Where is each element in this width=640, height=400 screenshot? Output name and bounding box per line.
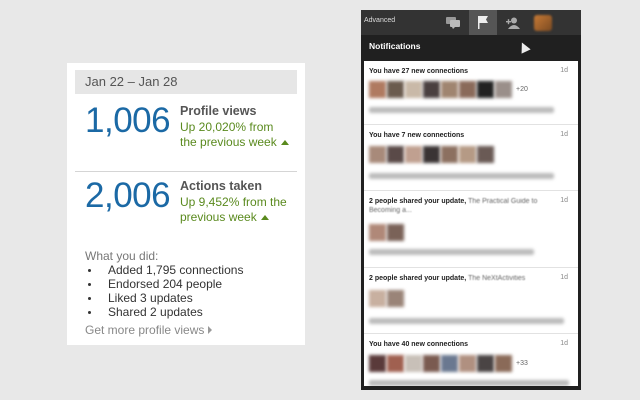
profile-views-change-text: Up 20,020% from the previous week (180, 120, 277, 149)
thumbnail (387, 81, 404, 98)
thumbnail (441, 146, 458, 163)
activity-item: Added 1,795 connections (85, 263, 243, 277)
extra-count: +20 (516, 86, 528, 93)
profile-stats-card: Jan 22 – Jan 28 1,006 Profile views Up 2… (67, 63, 305, 345)
divider (75, 171, 297, 172)
notification-item[interactable]: You have 27 new connections 1d +20 (364, 61, 578, 125)
thumbnail (459, 146, 476, 163)
extra-count: +33 (516, 360, 528, 367)
thumbnail (387, 290, 404, 307)
notification-time: 1d (560, 274, 568, 281)
notification-title: You have 40 new connections (369, 341, 469, 348)
profile-views-count: 1,006 (85, 101, 171, 140)
thumbnail (405, 355, 422, 372)
thumbnail (369, 224, 386, 241)
notification-time: 1d (560, 197, 568, 204)
thumbnail (477, 355, 494, 372)
thumbnail (387, 355, 404, 372)
thumbnail (369, 355, 386, 372)
chevron-right-icon (208, 326, 213, 334)
up-arrow-icon (280, 140, 289, 145)
notification-time: 1d (560, 131, 568, 138)
what-you-did-title: What you did: (85, 249, 159, 263)
messages-icon[interactable] (439, 10, 467, 35)
activity-list: Added 1,795 connections Endorsed 204 peo… (85, 263, 243, 319)
names-line (369, 107, 554, 113)
notification-time: 1d (560, 67, 568, 74)
notification-title: 2 people shared your update, The NeXtAct… (369, 275, 526, 282)
actions-taken-change-text: Up 9,452% from the previous week (180, 195, 287, 224)
profile-views-change: Up 20,020% from the previous week (180, 120, 290, 150)
names-line (369, 380, 569, 386)
date-range-header: Jan 22 – Jan 28 (75, 70, 297, 94)
thumbnail (477, 146, 494, 163)
notification-title: 2 people shared your update, The Practic… (369, 198, 538, 214)
thumbnail (441, 355, 458, 372)
thumbnail (423, 146, 440, 163)
more-link-label: Get more profile views (85, 323, 205, 337)
notification-time: 1d (560, 340, 568, 347)
thumbnail (477, 81, 494, 98)
thumbnail (369, 81, 386, 98)
profile-views-label: Profile views (180, 104, 257, 118)
notification-title: You have 27 new connections (369, 68, 469, 75)
notification-title: You have 7 new connections (369, 132, 465, 139)
activity-item: Shared 2 updates (85, 305, 243, 319)
notifications-panel: Advanced Notifications You have 27 new c… (361, 10, 581, 390)
sharer-thumbnails (369, 290, 405, 307)
notifications-list: You have 27 new connections 1d +20 You h… (364, 61, 578, 386)
thumbnail (387, 224, 404, 241)
top-toolbar: Advanced (361, 10, 581, 35)
advanced-link[interactable]: Advanced (364, 17, 395, 24)
notification-item[interactable]: 2 people shared your update, The Practic… (364, 191, 578, 268)
thumbnail (405, 81, 422, 98)
avatar[interactable] (529, 10, 557, 35)
get-more-profile-views-link[interactable]: Get more profile views (85, 323, 213, 337)
thumbnail (459, 81, 476, 98)
connection-thumbnails: +33 (369, 355, 528, 372)
notification-item[interactable]: You have 7 new connections 1d (364, 125, 578, 191)
actions-taken-count: 2,006 (85, 176, 171, 215)
thumbnail (369, 290, 386, 307)
sharer-thumbnails (369, 224, 405, 241)
notifications-title: Notifications (369, 41, 421, 51)
names-line (369, 173, 554, 179)
thumbnail (405, 146, 422, 163)
thumbnail (495, 81, 512, 98)
up-arrow-icon (260, 215, 269, 220)
thumbnail (459, 355, 476, 372)
thumbnail (441, 81, 458, 98)
thumbnail (423, 81, 440, 98)
activity-item: Liked 3 updates (85, 291, 243, 305)
actions-taken-change: Up 9,452% from the previous week (180, 195, 290, 225)
flag-icon[interactable] (469, 10, 497, 35)
avatar-image (534, 14, 552, 31)
activity-item: Endorsed 204 people (85, 277, 243, 291)
actions-taken-label: Actions taken (180, 179, 262, 193)
connection-thumbnails: +20 (369, 81, 528, 98)
notification-item[interactable]: 2 people shared your update, The NeXtAct… (364, 268, 578, 334)
mouse-cursor-icon (517, 40, 531, 54)
thumbnail (423, 355, 440, 372)
names-line (369, 318, 564, 324)
connection-thumbnails (369, 146, 495, 163)
thumbnail (495, 355, 512, 372)
thumbnail (387, 146, 404, 163)
add-connection-icon[interactable] (499, 10, 527, 35)
names-line (369, 249, 534, 255)
thumbnail (369, 146, 386, 163)
notification-item[interactable]: You have 40 new connections 1d +33 (364, 334, 578, 386)
